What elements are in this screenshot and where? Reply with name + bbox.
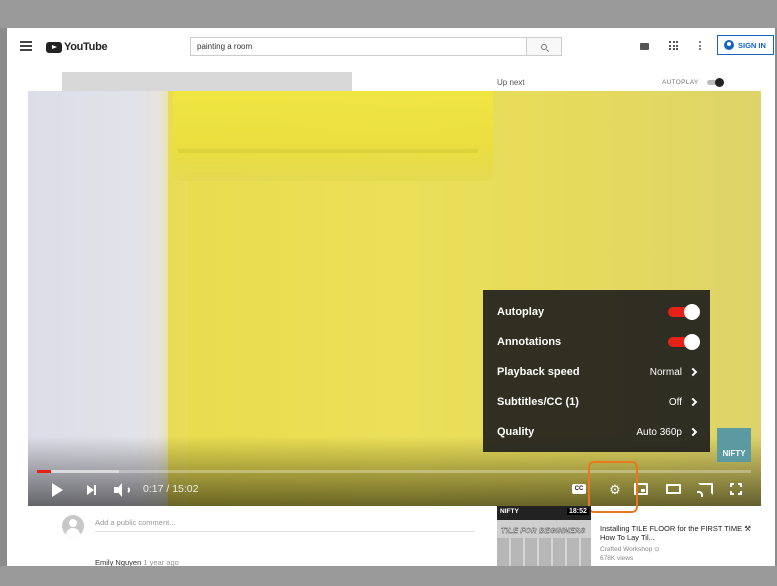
play-icon[interactable]: [52, 483, 63, 497]
autoplay-setting-toggle[interactable]: [668, 304, 700, 320]
menu-icon[interactable]: [20, 41, 32, 51]
sign-in-button[interactable]: SIGN IN: [717, 35, 774, 55]
search-icon: [541, 43, 547, 50]
recommendation-views: 678K views: [600, 555, 634, 562]
settings-highlight-box: [588, 461, 638, 513]
video-camera-icon[interactable]: [640, 43, 649, 50]
logo-text: YouTube: [64, 41, 108, 53]
settings-item-label: Autoplay: [497, 306, 545, 318]
time-display: 0:17 / 15:02: [143, 483, 199, 495]
youtube-logo[interactable]: YouTube: [46, 39, 108, 55]
settings-item-label: Subtitles/CC (1): [497, 396, 579, 408]
recommendation-info[interactable]: Installing TILE FLOOR for the FIRST TIME…: [600, 524, 765, 562]
roller-line: [178, 149, 478, 153]
settings-item-annotations[interactable]: Annotations: [483, 327, 710, 357]
recommendation-title[interactable]: Installing TILE FLOOR for the FIRST TIME…: [600, 524, 765, 542]
cast-icon[interactable]: [697, 483, 713, 497]
settings-menu: Autoplay Annotations Playback speed Norm…: [483, 290, 710, 452]
next-icon[interactable]: [87, 485, 97, 495]
settings-item-quality[interactable]: Quality Auto 360p: [483, 417, 710, 447]
chevron-right-icon: [688, 367, 698, 377]
autoplay-label: AUTOPLAY: [662, 79, 699, 86]
autoplay-toggle[interactable]: [707, 78, 725, 87]
outer-frame-bottom: [0, 566, 777, 586]
apps-grid-icon[interactable]: [669, 41, 678, 50]
account-icon: [724, 40, 734, 50]
comment-author[interactable]: Emily Nguyen 1 year ago: [95, 558, 179, 566]
thumb-image: [497, 538, 591, 566]
chevron-right-icon: [688, 427, 698, 437]
settings-item-value: Off: [668, 396, 682, 408]
settings-item-label: Quality: [497, 426, 535, 438]
thumb-duration: 18:52: [567, 508, 589, 515]
settings-item-value: Auto 360p: [636, 426, 682, 438]
search-input[interactable]: painting a room: [190, 37, 527, 56]
settings-item-subtitles[interactable]: Subtitles/CC (1) Off: [483, 387, 710, 417]
theater-icon[interactable]: [666, 484, 681, 494]
paint-roller-stroke: [173, 91, 493, 181]
comment-underline: [95, 531, 475, 532]
search-button[interactable]: [527, 37, 562, 56]
masthead: YouTube painting a room SIGN IN: [7, 28, 775, 66]
channel-watermark[interactable]: NIFTY: [717, 428, 751, 462]
outer-frame-top: [0, 0, 777, 28]
video-top-strip: [62, 72, 352, 92]
comment-input[interactable]: Add a public comment...: [95, 518, 445, 527]
comment-author-name[interactable]: Emily Nguyen: [95, 558, 141, 566]
thumb-brand: NIFTY: [500, 508, 519, 515]
cc-icon[interactable]: CC: [572, 484, 586, 494]
fullscreen-icon[interactable]: [730, 483, 742, 495]
volume-icon[interactable]: [114, 483, 132, 497]
thumb-title: TILE FOR BEGINNERS: [501, 526, 586, 535]
sign-in-label: SIGN IN: [738, 40, 766, 50]
youtube-logo-icon: [46, 41, 62, 53]
more-vert-icon[interactable]: [699, 41, 702, 50]
player-controls: 0:17 / 15:02 CC ⚙: [28, 478, 761, 500]
progress-bar[interactable]: [37, 470, 751, 473]
annotations-toggle[interactable]: [668, 334, 700, 350]
chevron-right-icon: [688, 397, 698, 407]
youtube-page: YouTube painting a room SIGN IN Up next …: [7, 28, 775, 566]
settings-item-autoplay[interactable]: Autoplay: [483, 297, 710, 327]
recommendation-channel: Crafted Workshop ⊙: [600, 546, 660, 553]
video-player[interactable]: Autoplay Annotations Playback speed Norm…: [28, 91, 761, 506]
settings-item-label: Playback speed: [497, 366, 580, 378]
progress-played: [37, 470, 51, 473]
up-next-label: Up next: [497, 78, 525, 87]
comment-timestamp: 1 year ago: [143, 558, 179, 566]
settings-item-value: Normal: [649, 366, 682, 378]
settings-item-label: Annotations: [497, 336, 562, 348]
avatar: [62, 515, 84, 537]
recommendation-thumbnail[interactable]: NIFTY 18:52 TILE FOR BEGINNERS: [497, 506, 591, 566]
settings-item-playback-speed[interactable]: Playback speed Normal: [483, 357, 710, 387]
